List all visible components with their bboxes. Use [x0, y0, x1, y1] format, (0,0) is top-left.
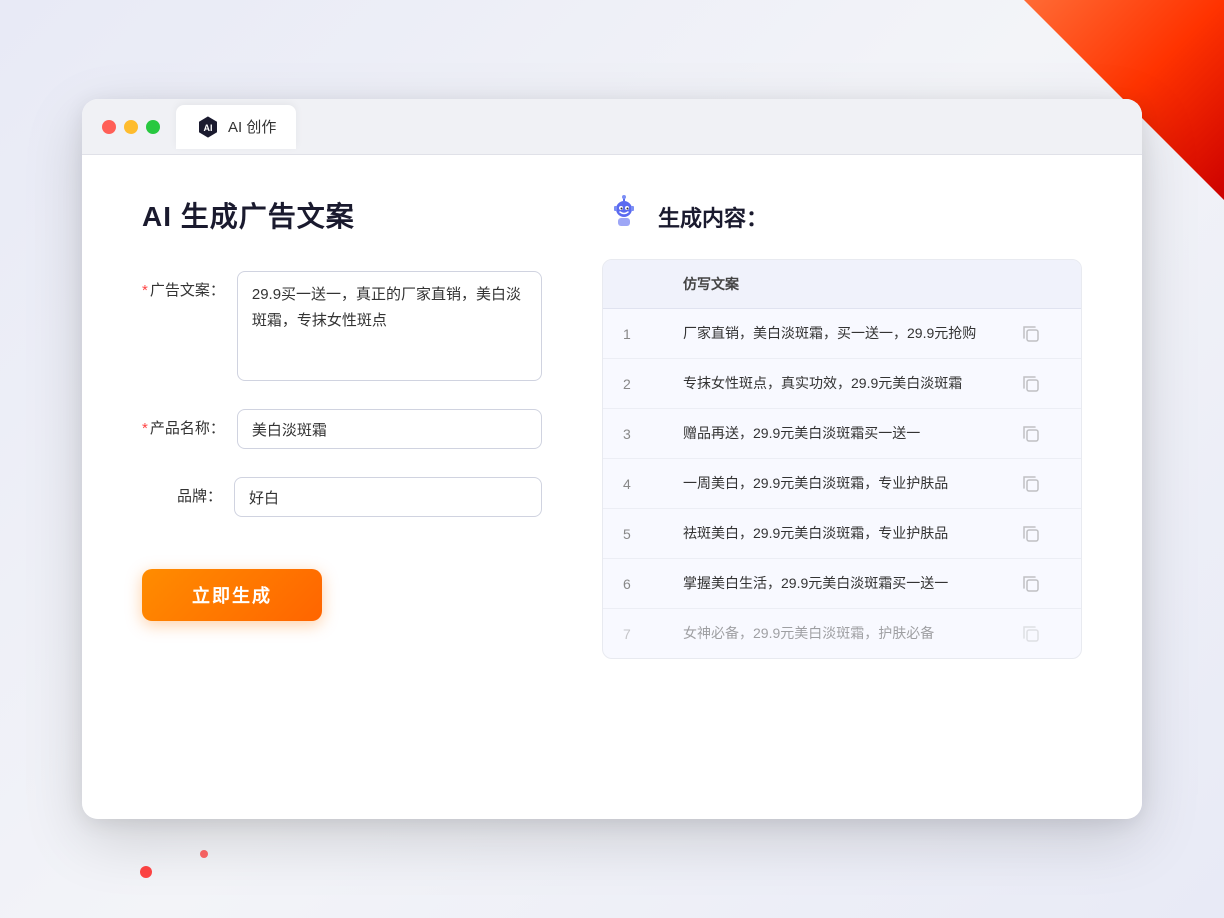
copy-icon-2[interactable] — [1021, 374, 1041, 394]
ai-tab[interactable]: AI AI 创作 — [176, 105, 296, 149]
row-num-1: 1 — [623, 326, 683, 342]
copy-icon-6[interactable] — [1021, 574, 1041, 594]
bg-dot-red — [140, 866, 152, 878]
table-header: 仿写文案 — [603, 260, 1081, 309]
table-row: 7 女神必备，29.9元美白淡斑霜，护肤必备 — [603, 609, 1081, 658]
robot-icon — [602, 195, 646, 239]
copy-icon-4[interactable] — [1021, 474, 1041, 494]
table-header-text: 仿写文案 — [683, 274, 1021, 294]
copy-icon-5[interactable] — [1021, 524, 1041, 544]
row-num-7: 7 — [623, 626, 683, 642]
copy-icon-1[interactable] — [1021, 324, 1041, 344]
row-text-6: 掌握美白生活，29.9元美白淡斑霜买一送一 — [683, 573, 1021, 594]
row-text-3: 赠品再送，29.9元美白淡斑霜买一送一 — [683, 423, 1021, 444]
brand-input[interactable] — [234, 477, 542, 517]
copy-icon-3[interactable] — [1021, 424, 1041, 444]
table-header-num — [623, 274, 683, 294]
ad-copy-label: 广告文案： — [142, 271, 225, 300]
row-num-5: 5 — [623, 526, 683, 542]
window-controls — [102, 120, 160, 134]
result-table: 仿写文案 1 厂家直销，美白淡斑霜，买一送一，29.9元抢购 2 专抹女性斑点，… — [602, 259, 1082, 659]
bg-dot-red2 — [200, 850, 208, 858]
row-text-5: 祛斑美白，29.9元美白淡斑霜，专业护肤品 — [683, 523, 1021, 544]
copy-icon-7[interactable] — [1021, 624, 1041, 644]
row-num-6: 6 — [623, 576, 683, 592]
result-header: 生成内容： — [602, 195, 1082, 239]
row-text-2: 专抹女性斑点，真实功效，29.9元美白淡斑霜 — [683, 373, 1021, 394]
row-text-1: 厂家直销，美白淡斑霜，买一送一，29.9元抢购 — [683, 323, 1021, 344]
browser-window: AI AI 创作 AI 生成广告文案 广告文案： 29.9买一送一，真正的厂家直… — [82, 99, 1142, 819]
right-panel: 生成内容： 仿写文案 1 厂家直销，美白淡斑霜，买一送一，29.9元抢购 — [602, 195, 1082, 779]
brand-label: 品牌： — [142, 477, 222, 506]
table-row: 2 专抹女性斑点，真实功效，29.9元美白淡斑霜 — [603, 359, 1081, 409]
ad-copy-group: 广告文案： 29.9买一送一，真正的厂家直销，美白淡斑霜，专抹女性斑点 — [142, 271, 542, 381]
ad-copy-input[interactable]: 29.9买一送一，真正的厂家直销，美白淡斑霜，专抹女性斑点 — [237, 271, 542, 381]
row-num-2: 2 — [623, 376, 683, 392]
minimize-button[interactable] — [124, 120, 138, 134]
table-row: 6 掌握美白生活，29.9元美白淡斑霜买一送一 — [603, 559, 1081, 609]
close-button[interactable] — [102, 120, 116, 134]
table-row: 1 厂家直销，美白淡斑霜，买一送一，29.9元抢购 — [603, 309, 1081, 359]
row-text-4: 一周美白，29.9元美白淡斑霜，专业护肤品 — [683, 473, 1021, 494]
row-num-3: 3 — [623, 426, 683, 442]
maximize-button[interactable] — [146, 120, 160, 134]
table-row: 4 一周美白，29.9元美白淡斑霜，专业护肤品 — [603, 459, 1081, 509]
ai-tab-icon: AI — [196, 115, 220, 139]
left-panel: AI 生成广告文案 广告文案： 29.9买一送一，真正的厂家直销，美白淡斑霜，专… — [142, 195, 542, 779]
product-name-group: 产品名称： — [142, 409, 542, 449]
table-row: 3 赠品再送，29.9元美白淡斑霜买一送一 — [603, 409, 1081, 459]
page-title: AI 生成广告文案 — [142, 195, 542, 235]
row-text-7: 女神必备，29.9元美白淡斑霜，护肤必备 — [683, 623, 1021, 644]
generate-button[interactable]: 立即生成 — [142, 569, 322, 621]
table-row: 5 祛斑美白，29.9元美白淡斑霜，专业护肤品 — [603, 509, 1081, 559]
svg-text:AI: AI — [204, 123, 213, 133]
tab-area: AI AI 创作 — [176, 105, 296, 149]
result-title: 生成内容： — [658, 201, 768, 233]
brand-group: 品牌： — [142, 477, 542, 517]
table-header-action — [1021, 274, 1061, 294]
tab-label: AI 创作 — [228, 116, 276, 137]
title-bar: AI AI 创作 — [82, 99, 1142, 155]
row-num-4: 4 — [623, 476, 683, 492]
main-content: AI 生成广告文案 广告文案： 29.9买一送一，真正的厂家直销，美白淡斑霜，专… — [82, 155, 1142, 819]
product-name-label: 产品名称： — [142, 409, 225, 438]
product-name-input[interactable] — [237, 409, 542, 449]
